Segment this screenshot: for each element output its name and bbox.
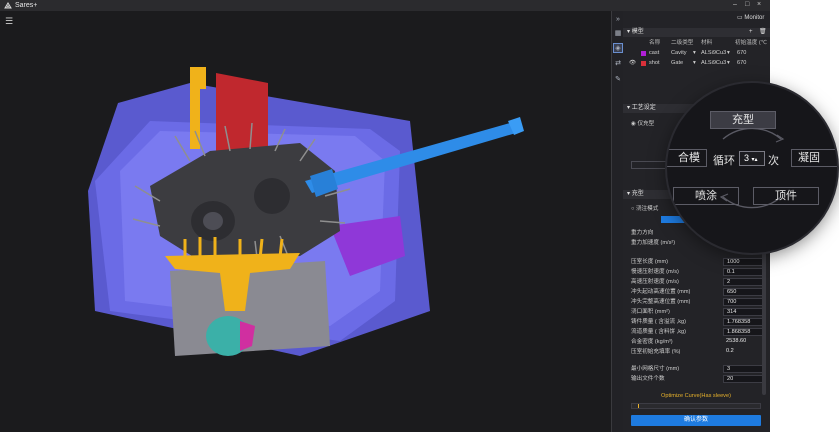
fill-stage-button[interactable]: 充型	[710, 111, 776, 129]
fast-speed-input[interactable]: 2	[723, 278, 763, 286]
sares-logo-icon	[4, 1, 12, 8]
param-fast-full: 冲头完整高速位置 (mm) 700	[631, 297, 763, 307]
casting-mass-input[interactable]: 1.768358	[723, 318, 763, 326]
fill-mode-radio[interactable]: ○ 浇注模式	[631, 204, 658, 212]
param-fast-speed: 高速压射速度 (m/s) 2	[631, 277, 763, 287]
solidify-button[interactable]: 凝固	[791, 149, 837, 167]
monitor-button[interactable]: ▭ Monitor	[737, 14, 764, 21]
param-output-count: 输出文件个数 20	[631, 374, 763, 384]
param-gate-area: 浇口面积 (mm²) 314	[631, 307, 763, 317]
edit-icon[interactable]: ✎	[613, 75, 623, 85]
minimize-icon[interactable]: –	[733, 1, 737, 8]
param-chamber-length: 压室长度 (mm) 1000	[631, 257, 763, 267]
eject-button[interactable]: 顶件	[753, 187, 819, 205]
output-count-input[interactable]: 20	[723, 375, 763, 383]
tool-strip: » ▦ ◈ ⇄ ✎	[611, 11, 623, 432]
optimize-curve-label[interactable]: Optimize Curve(Has sleeve)	[631, 393, 761, 399]
model-table-header: 名称 二级类型 材料 初始温度 (℃	[649, 40, 768, 46]
param-runner-mass: 流道质量 ( 含料饼 ,kg) 1.868358	[631, 327, 763, 337]
slow-speed-input[interactable]: 0.1	[723, 268, 763, 276]
maximize-icon[interactable]: □	[745, 1, 749, 8]
fill-ratio-value: 0.2	[726, 348, 734, 354]
param-slow-speed: 慢速压射速度 (m/s) 0.1	[631, 267, 763, 277]
close-icon[interactable]: ×	[757, 1, 761, 8]
model-icon[interactable]: ◈	[613, 43, 623, 53]
grid-icon[interactable]: ▦	[613, 29, 623, 39]
close-mold-stage[interactable]	[631, 161, 671, 169]
param-fast-start: 冲头起动高速位置 (mm) 650	[631, 287, 763, 297]
eye-icon: 👁	[629, 60, 637, 66]
fast-full-input[interactable]: 700	[723, 298, 763, 306]
expand-icon[interactable]: »	[613, 15, 623, 25]
shot-color-swatch	[641, 61, 646, 66]
confirm-params-button[interactable]: 确认参数	[631, 415, 761, 426]
param-casting-mass: 铸件质量 ( 含溢流 ,kg) 1.768358	[631, 317, 763, 327]
cycle-label: 循环	[713, 155, 735, 167]
title-bar: Sares+ – □ ×	[0, 0, 770, 11]
close-mold-button[interactable]: 合模	[667, 149, 707, 167]
model-row-cast[interactable]: cast Cavity ▾ ALSi9Cu3 ▾ 670	[623, 49, 770, 58]
cycle-magnifier: 充型 合模 循环 3 ▾▴ 次 凝固 喷涂 顶件	[667, 83, 837, 253]
chamber-length-input[interactable]: 1000	[723, 258, 763, 266]
cycle-count-spinner[interactable]: 3 ▾▴	[739, 151, 765, 166]
param-min-mesh: 最小网格尺寸 (mm) 3	[631, 364, 763, 374]
fast-start-input[interactable]: 650	[723, 288, 763, 296]
delete-icon: 🗑	[759, 29, 767, 35]
die-casting-model[interactable]	[0, 11, 611, 432]
spray-button[interactable]: 喷涂	[673, 187, 739, 205]
app-window: Sares+ – □ × ☰ » ▦ ◈ ⇄ ✎ ▭ Monitor ▾ 模型 …	[0, 0, 770, 432]
model-section-header[interactable]: ▾ 模型 + 🗑	[623, 28, 770, 37]
3d-viewport[interactable]: ☰	[0, 11, 611, 432]
param-alloy-density: 合金密度 (kg/m³) 2538.60	[631, 337, 761, 347]
min-mesh-input[interactable]: 3	[723, 365, 763, 373]
cast-color-swatch	[641, 51, 646, 56]
alloy-density-value: 2538.60	[726, 338, 747, 344]
cycle-suffix: 次	[768, 155, 779, 167]
cycle-arrows-icon	[719, 127, 785, 209]
model-row-shot[interactable]: 👁 shot Gate ▾ ALSi9Cu3 ▾ 670	[623, 59, 770, 68]
optimize-curve-bar[interactable]	[631, 403, 761, 409]
simulation-option[interactable]: ◉ 仅充型	[631, 119, 654, 127]
app-title: Sares+	[15, 2, 38, 9]
process-icon[interactable]: ⇄	[613, 59, 623, 69]
runner-mass-input[interactable]: 1.868358	[723, 328, 763, 336]
param-fill-ratio: 压室初始充填率 (%) 0.2	[631, 347, 761, 357]
gate-area-input[interactable]: 314	[723, 308, 763, 316]
add-icon: +	[749, 29, 753, 35]
